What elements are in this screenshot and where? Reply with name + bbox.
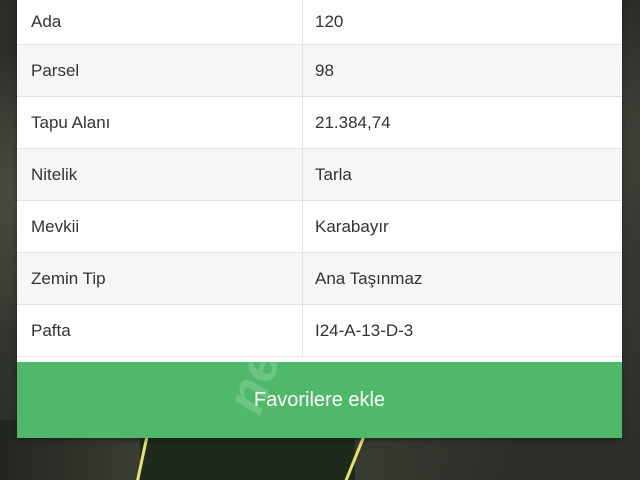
row-value: I24-A-13-D-3 [315, 320, 414, 340]
parcel-details-table: Ada 120 Parsel 98 Tapu Alanı 21.384,74 N… [17, 0, 622, 357]
table-row-zemin-tip: Zemin Tip Ana Taşınmaz [17, 253, 622, 305]
table-row-nitelik: Nitelik Tarla [17, 149, 622, 201]
row-label: Parsel [17, 45, 303, 96]
row-value: Ana Taşınmaz [315, 268, 423, 288]
row-value: 120 [315, 12, 344, 31]
table-row-ada: Ada 120 [17, 0, 622, 45]
add-to-favorites-button[interactable]: Favorilere ekle [17, 362, 622, 438]
row-label: Pafta [17, 305, 303, 356]
row-label: Nitelik [17, 149, 303, 200]
row-label: Tapu Alanı [17, 97, 303, 148]
table-row-parsel: Parsel 98 [17, 45, 622, 97]
row-label: Mevkii [17, 201, 303, 252]
parcel-details-card: Ada 120 Parsel 98 Tapu Alanı 21.384,74 N… [17, 0, 622, 438]
row-value: 21.384,74 [315, 112, 391, 132]
table-row-pafta: Pafta I24-A-13-D-3 [17, 305, 622, 357]
row-value: Karabayır [315, 216, 389, 236]
table-row-mevkii: Mevkii Karabayır [17, 201, 622, 253]
row-value: 98 [315, 60, 334, 80]
row-label: Ada [17, 0, 303, 44]
row-label: Zemin Tip [17, 253, 303, 304]
row-value: Tarla [315, 164, 352, 184]
table-row-tapu-alani: Tapu Alanı 21.384,74 [17, 97, 622, 149]
